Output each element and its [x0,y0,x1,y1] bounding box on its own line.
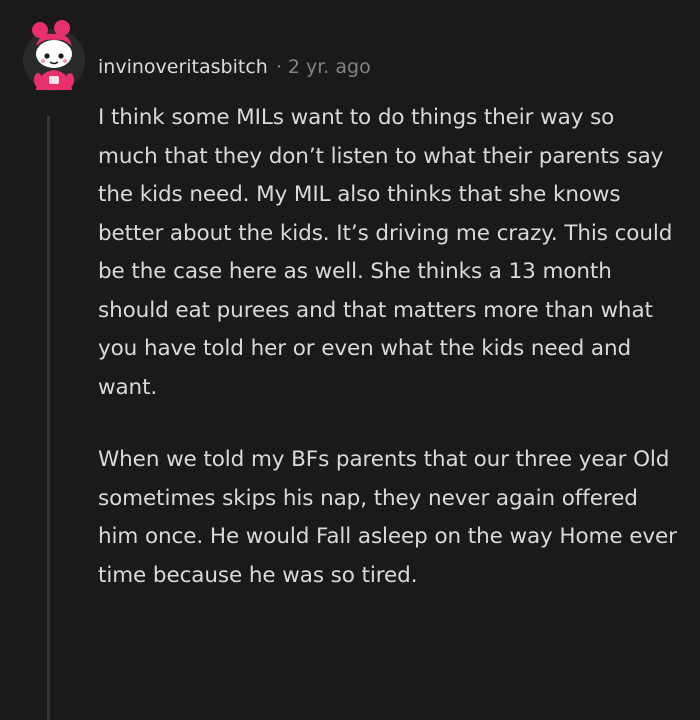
comment-timestamp[interactable]: 2 yr. ago [288,56,371,78]
thread-collapse-line[interactable] [47,116,50,720]
user-avatar[interactable] [22,16,86,92]
snoo-avatar-icon [23,20,85,91]
comment-paragraph: When we told my BFs parents that our thr… [98,447,677,588]
meta-separator: · [275,56,282,78]
username-link[interactable]: invinoveritasbitch [98,56,268,78]
comment: invinoveritasbitch · 2 yr. ago I think s… [0,0,700,720]
comment-body: I think some MILs want to do things thei… [98,99,678,595]
comment-paragraph: I think some MILs want to do things thei… [98,105,673,400]
comment-header: invinoveritasbitch · 2 yr. ago [98,52,371,82]
